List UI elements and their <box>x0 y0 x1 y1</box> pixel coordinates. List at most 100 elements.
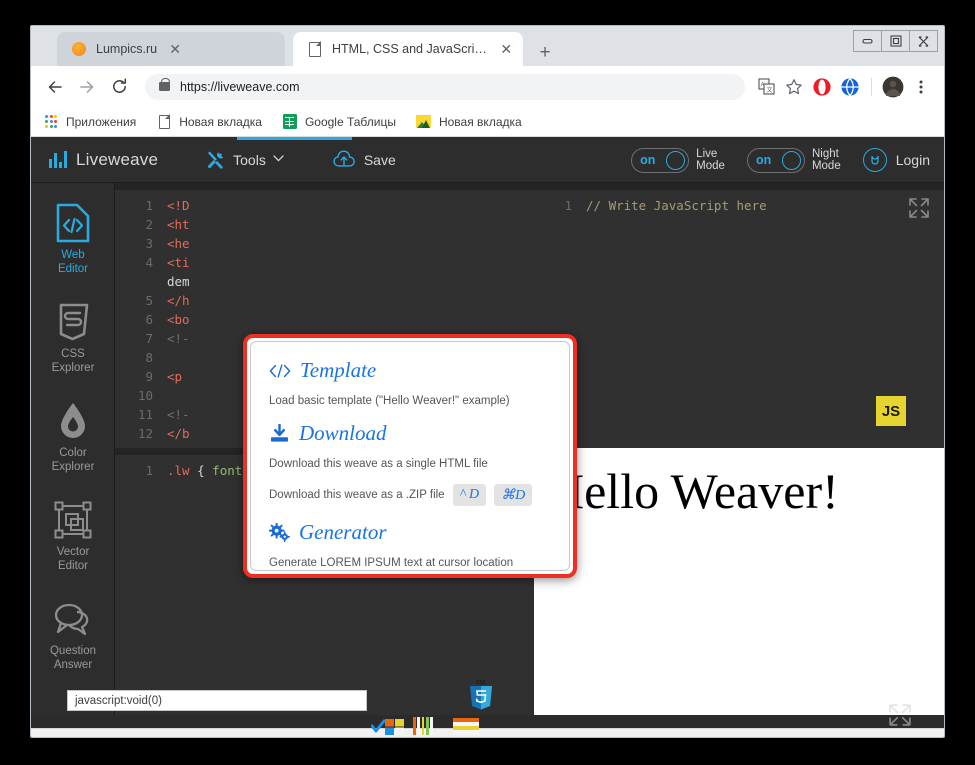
tab-close-icon[interactable]: ✕ <box>500 41 513 57</box>
sidebar-item-question-answer[interactable]: Question Answer <box>31 589 115 682</box>
reload-icon[interactable] <box>105 73 133 101</box>
download-section-header[interactable]: Download <box>269 421 551 446</box>
line-number: 3 <box>115 234 153 253</box>
bookmark-label: Google Таблицы <box>305 115 396 129</box>
address-bar[interactable]: https://liveweave.com <box>145 74 745 100</box>
tools-wrench-icon <box>206 150 225 169</box>
photo-icon <box>416 114 432 130</box>
star-icon[interactable] <box>781 74 807 100</box>
expand-arrows-icon[interactable] <box>888 703 912 727</box>
sidebar-item-label: Color <box>59 446 86 460</box>
line-number: 6 <box>115 310 153 329</box>
tab-close-icon[interactable]: ✕ <box>167 41 183 57</box>
night-mode-toggle[interactable]: on <box>747 148 805 173</box>
tools-menu[interactable]: Tools <box>206 150 284 169</box>
app-header-right: on LiveMode on NightMode <box>631 137 930 183</box>
code-text: <!- <box>167 407 190 422</box>
code-brackets-icon <box>269 363 291 379</box>
horizontal-scrollbar[interactable] <box>31 728 944 738</box>
sidebar-item-css-explorer[interactable]: CSS Explorer <box>31 292 115 385</box>
shortcut-key-cmd-d[interactable]: ⌘D <box>494 484 532 506</box>
live-mode-toggle[interactable]: on <box>631 148 689 173</box>
sidebar-item-color-explorer[interactable]: Color Explorer <box>31 391 115 484</box>
code-line: 1<!D <box>115 196 534 215</box>
svg-text:CSS: CSS <box>476 680 486 686</box>
opera-extension-icon[interactable] <box>809 74 835 100</box>
line-number: 8 <box>115 348 153 367</box>
night-mode-label: NightMode <box>812 148 841 172</box>
sidebar-item-label: Editor <box>58 559 88 573</box>
profile-avatar[interactable] <box>880 74 906 100</box>
browser-tab-lumpics[interactable]: Lumpics.ru ✕ <box>57 32 285 66</box>
line-number: 4 <box>115 253 153 272</box>
bookmark-new-tab-1[interactable]: Новая вкладка <box>156 114 262 130</box>
new-tab-button[interactable]: + <box>533 40 557 64</box>
three-dot-menu[interactable] <box>908 74 934 100</box>
pane-divider <box>115 183 534 190</box>
toolbar-divider <box>871 78 872 96</box>
microsoft-store-icon[interactable] <box>371 717 393 735</box>
cloud-upload-icon <box>332 150 356 169</box>
night-mode-state: on <box>756 153 771 167</box>
save-menu[interactable]: Save <box>332 150 396 169</box>
code-line: 2<ht <box>115 215 534 234</box>
minimize-icon <box>862 37 873 45</box>
window-controls <box>854 30 938 52</box>
code-text: dem <box>167 274 190 289</box>
tools-dropdown-popup[interactable]: Template Load basic template ("Hello Wea… <box>243 334 577 578</box>
sidebar-item-vector-editor[interactable]: Vector Editor <box>31 490 115 583</box>
code-line: 4<ti <box>115 253 534 272</box>
app-logo[interactable]: Liveweave <box>49 150 158 170</box>
bookmark-google-sheets[interactable]: Google Таблицы <box>282 114 396 130</box>
css-selector: .lw <box>167 463 190 478</box>
live-mode-state: on <box>640 153 655 167</box>
code-text: <bo <box>167 312 190 327</box>
template-section-header[interactable]: Template <box>269 358 551 383</box>
url-text: https://liveweave.com <box>180 80 300 94</box>
code-line: 5</h <box>115 291 534 310</box>
liveweave-app: Liveweave Tools <box>31 137 944 738</box>
bookmark-apps[interactable]: Приложения <box>43 114 136 130</box>
tools-dropdown-content: Template Load basic template ("Hello Wea… <box>250 341 570 571</box>
user-avatar-icon <box>863 148 887 172</box>
toolbar-right-icons: A文 <box>753 74 934 100</box>
js-editor-pane[interactable]: 1// Write JavaScript here JS <box>534 183 944 448</box>
generator-section-header[interactable]: Generator <box>269 520 551 545</box>
login-button[interactable]: Login <box>863 148 930 172</box>
live-mode-toggle-group[interactable]: on LiveMode <box>631 148 725 173</box>
download-icon <box>269 424 290 443</box>
maximize-button[interactable] <box>881 30 910 52</box>
browser-tab-demo[interactable]: HTML, CSS and JavaScript demo ✕ <box>293 32 523 66</box>
preview-text: Hello Weaver! <box>534 448 944 520</box>
color-drop-icon <box>58 400 88 442</box>
sidebar-item-label: Question <box>50 644 96 658</box>
striped-flag-icon[interactable] <box>453 718 479 735</box>
generator-description: Generate LOREM IPSUM text at cursor loca… <box>269 557 551 569</box>
translate-icon[interactable]: A文 <box>753 74 779 100</box>
svg-text:文: 文 <box>766 86 772 94</box>
expand-arrows-icon[interactable] <box>908 197 930 219</box>
active-tool-underline <box>237 137 352 140</box>
line-number: 9 <box>115 367 153 386</box>
sidebar-item-web-editor[interactable]: Web Editor <box>31 193 115 286</box>
sidebar-item-label: Explorer <box>52 460 95 474</box>
google-sheets-icon <box>282 114 298 130</box>
line-number: 10 <box>115 386 153 405</box>
shortcut-key-ctrl-d[interactable]: ^ D <box>453 484 487 506</box>
browser-window: Lumpics.ru ✕ HTML, CSS and JavaScript de… <box>30 25 945 738</box>
night-mode-toggle-group[interactable]: on NightMode <box>747 148 841 173</box>
app-header: Liveweave Tools <box>31 137 944 183</box>
forward-icon[interactable] <box>73 73 101 101</box>
code-text: <he <box>167 236 190 251</box>
minimize-button[interactable] <box>853 30 882 52</box>
line-number: 11 <box>115 405 153 424</box>
color-bars-icon[interactable] <box>413 717 433 735</box>
code-line: 3 <he <box>115 234 534 253</box>
close-button[interactable] <box>909 30 938 52</box>
back-icon[interactable] <box>41 73 69 101</box>
globe-extension-icon[interactable] <box>837 74 863 100</box>
download-html-description: Download this weave as a single HTML fil… <box>269 458 551 470</box>
lock-icon <box>159 82 170 91</box>
bookmark-new-tab-2[interactable]: Новая вкладка <box>416 114 522 130</box>
js-code-content[interactable]: 1// Write JavaScript here <box>534 190 944 215</box>
